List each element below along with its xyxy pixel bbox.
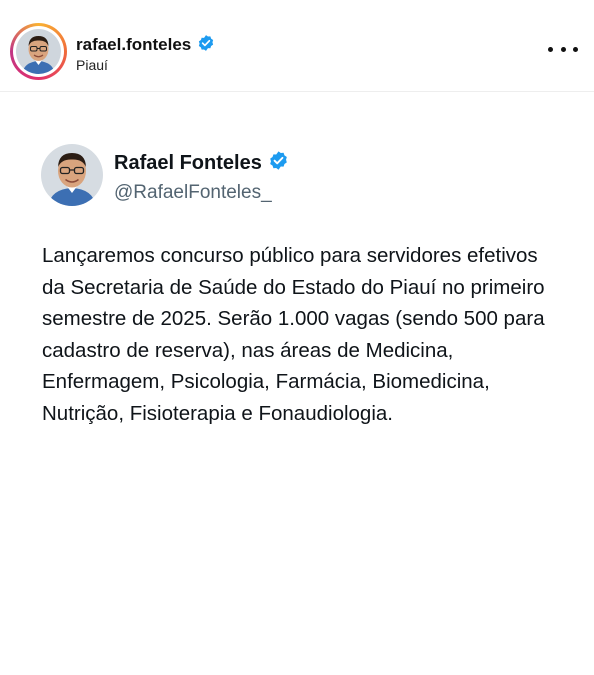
more-dot: [560, 46, 566, 52]
post-location[interactable]: Piauí: [76, 57, 108, 73]
more-options-icon[interactable]: [548, 42, 578, 56]
avatar-portrait-icon: [16, 29, 61, 74]
post-header: rafael.fonteles Piauí: [0, 0, 594, 92]
verified-badge-icon: [197, 34, 215, 57]
username[interactable]: rafael.fonteles: [76, 35, 191, 55]
tweet-author-name: Rafael Fonteles: [114, 151, 262, 174]
avatar-portrait-icon: [41, 144, 103, 206]
tweet-author-row: Rafael Fonteles: [114, 150, 289, 176]
verified-badge-icon: [268, 150, 289, 176]
story-ring[interactable]: [10, 23, 67, 80]
tweet-text: Lançaremos concurso público para servido…: [42, 244, 545, 425]
tweet-author-handle: @RafaelFonteles_: [114, 182, 272, 203]
more-dot: [573, 46, 578, 52]
tweet-author-avatar: [41, 144, 103, 206]
more-dot: [548, 46, 553, 52]
story-ring-gap: [13, 26, 64, 77]
avatar[interactable]: [16, 29, 61, 74]
username-row: rafael.fonteles: [76, 34, 215, 56]
